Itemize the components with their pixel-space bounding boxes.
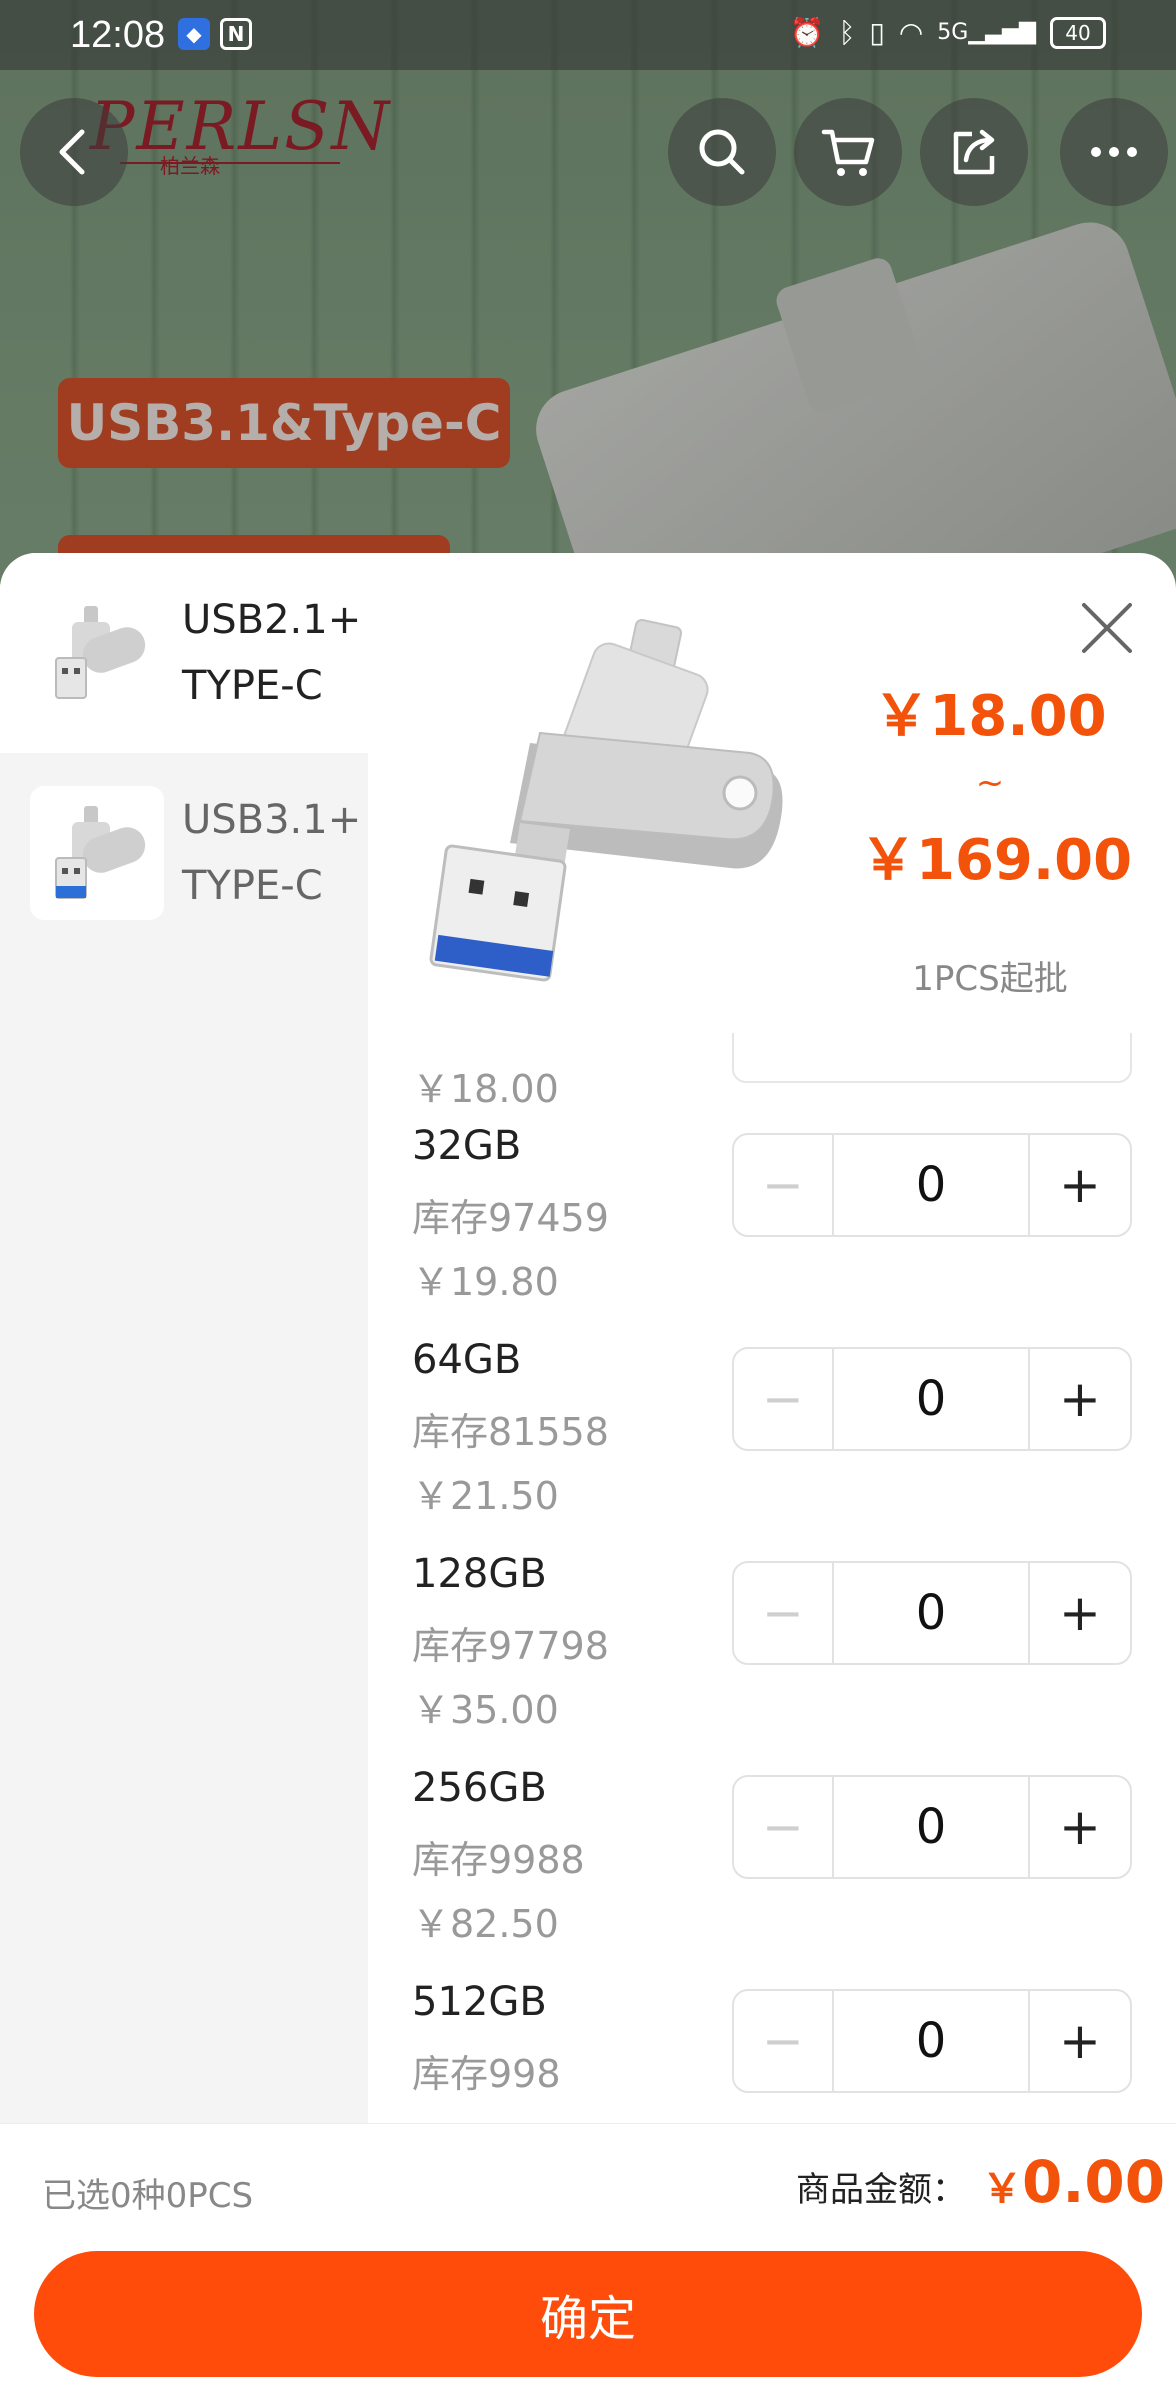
- sku-size: 32GB: [412, 1123, 522, 1169]
- quantity-stepper-partial[interactable]: [732, 1033, 1132, 1083]
- sku-row: 32GB 库存97459 ￥19.80 − 0 +: [368, 1123, 1176, 1337]
- sku-price: ￥82.50: [412, 1902, 559, 1946]
- sku-price: ￥19.80: [412, 1260, 559, 1304]
- increment-button[interactable]: +: [1030, 1349, 1130, 1449]
- variant-label: USB3.1+ TYPE-C: [182, 787, 362, 919]
- variant-thumbnail: [30, 586, 164, 720]
- status-time: 12:08: [70, 14, 166, 56]
- quantity-input[interactable]: 0: [834, 1991, 1030, 2091]
- sku-list[interactable]: ￥18.00 32GB 库存97459 ￥19.80 − 0 + 64GB 库存…: [368, 1033, 1176, 2123]
- product-banner: PERLSN 柏兰森 USB3.1&Type-C: [0, 0, 1176, 600]
- search-icon: [699, 129, 745, 175]
- checkout-footer: 已选0种0PCS 商品金额： ￥0.00 确定: [0, 2123, 1176, 2400]
- decrement-button[interactable]: −: [734, 1777, 834, 1877]
- sku-size: 512GB: [412, 1979, 547, 2025]
- quantity-input[interactable]: 0: [834, 1563, 1030, 1663]
- selected-summary: 已选0种0PCS: [42, 2176, 254, 2216]
- variant-item-usb2[interactable]: USB2.1+ TYPE-C: [0, 553, 368, 753]
- variant-label: USB2.1+ TYPE-C: [182, 587, 362, 719]
- total-value: 0.00: [1022, 2148, 1166, 2216]
- sku-selector-sheet: USB2.1+ TYPE-C USB3.1+ TYPE-C ￥18.00 ~ ￥…: [0, 553, 1176, 2400]
- app-notification-icon: ◆: [178, 18, 210, 50]
- back-icon: [59, 129, 85, 175]
- price-high: ￥169.00: [860, 828, 1133, 893]
- sku-stock: 库存9988: [412, 1838, 585, 1882]
- cart-button[interactable]: [794, 98, 902, 206]
- variant-label-line1: USB3.1+: [182, 797, 362, 843]
- status-bar: 12:08 ◆ N ⏰ ᛒ ▯ ◠ 5G▁▃▅▇ 40: [0, 0, 1176, 70]
- total-label: 商品金额：: [796, 2170, 966, 2210]
- alarm-icon: ⏰: [789, 16, 825, 49]
- variant-label-line2: TYPE-C: [182, 863, 323, 909]
- sku-stock: 库存998: [412, 2052, 561, 2096]
- decrement-button[interactable]: −: [734, 1349, 834, 1449]
- wifi-icon: ◠: [898, 16, 924, 49]
- share-icon: [953, 129, 995, 175]
- banner-dim-overlay: [0, 0, 1176, 600]
- vibrate-icon: ▯: [869, 16, 885, 49]
- sku-price: ￥21.50: [412, 1474, 559, 1518]
- bluetooth-icon: ᛒ: [838, 16, 856, 49]
- quantity-stepper: − 0 +: [732, 1133, 1132, 1237]
- sku-row: 64GB 库存81558 ￥21.50 − 0 +: [368, 1337, 1176, 1551]
- decrement-button[interactable]: −: [734, 1991, 834, 2091]
- quantity-stepper: − 0 +: [732, 1561, 1132, 1665]
- decrement-button[interactable]: −: [734, 1135, 834, 1235]
- sku-row: 512GB 库存998 − 0 +: [368, 1979, 1176, 2123]
- price-low: ￥18.00: [873, 684, 1107, 749]
- increment-button[interactable]: +: [1030, 1777, 1130, 1877]
- total-currency: ￥: [982, 2166, 1022, 2212]
- quantity-input[interactable]: 0: [834, 1349, 1030, 1449]
- variant-thumbnail: [30, 786, 164, 920]
- sku-stock: 库存81558: [412, 1410, 609, 1454]
- sku-size: 128GB: [412, 1551, 547, 1597]
- sku-stock: 库存97459: [412, 1196, 609, 1240]
- quantity-stepper: − 0 +: [732, 1347, 1132, 1451]
- quantity-input[interactable]: 0: [834, 1777, 1030, 1877]
- variant-label-line2: TYPE-C: [182, 663, 323, 709]
- product-image: [429, 619, 783, 982]
- increment-button[interactable]: +: [1030, 1135, 1130, 1235]
- price-separator: ~: [975, 763, 1005, 803]
- total-amount: ￥0.00: [982, 2148, 1165, 2216]
- search-button[interactable]: [668, 98, 776, 206]
- variant-list: USB2.1+ TYPE-C USB3.1+ TYPE-C: [0, 553, 368, 2123]
- share-button[interactable]: [920, 98, 1028, 206]
- back-button[interactable]: [20, 98, 128, 206]
- sku-stock: 库存97798: [412, 1624, 609, 1668]
- sku-size: 256GB: [412, 1765, 547, 1811]
- decrement-button[interactable]: −: [734, 1563, 834, 1663]
- quantity-input[interactable]: 0: [834, 1135, 1030, 1235]
- quantity-stepper: − 0 +: [732, 1775, 1132, 1879]
- more-button[interactable]: [1060, 98, 1168, 206]
- sku-size: 64GB: [412, 1337, 522, 1383]
- sku-price-partial: ￥18.00: [412, 1067, 559, 1111]
- sku-price: ￥35.00: [412, 1688, 559, 1732]
- cart-icon: [821, 129, 875, 176]
- sku-row: 256GB 库存9988 ￥82.50 − 0 +: [368, 1765, 1176, 1979]
- min-order-label: 1PCS起批: [912, 959, 1068, 999]
- usb-drive-icon: [55, 806, 146, 899]
- increment-button[interactable]: +: [1030, 1563, 1130, 1663]
- variant-item-usb3[interactable]: USB3.1+ TYPE-C: [0, 753, 368, 953]
- battery-level: 40: [1065, 20, 1091, 45]
- signal-icon: 5G▁▃▅▇: [937, 20, 1036, 45]
- network-type: 5G: [937, 20, 969, 45]
- usb-drive-icon: [55, 606, 146, 699]
- more-icon: [1091, 147, 1137, 157]
- battery-icon: 40: [1050, 16, 1106, 49]
- variant-label-line1: USB2.1+: [182, 597, 362, 643]
- increment-button[interactable]: +: [1030, 1991, 1130, 2091]
- nfc-icon: N: [220, 18, 252, 50]
- quantity-stepper: − 0 +: [732, 1989, 1132, 2093]
- confirm-button[interactable]: 确定: [34, 2251, 1142, 2377]
- close-icon[interactable]: [1072, 593, 1142, 663]
- status-icons: ⏰ ᛒ ▯ ◠ 5G▁▃▅▇ 40: [790, 16, 1106, 49]
- sku-row: 128GB 库存97798 ￥35.00 − 0 +: [368, 1551, 1176, 1765]
